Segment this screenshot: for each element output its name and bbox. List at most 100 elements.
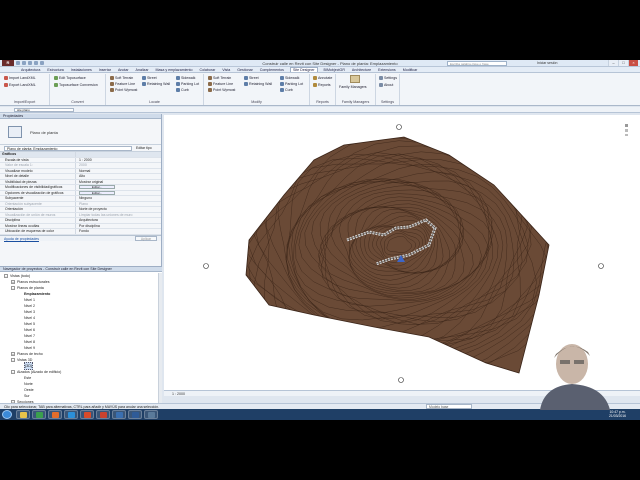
- property-value[interactable]: Norte de proyecto: [75, 207, 161, 212]
- tab-site-designer[interactable]: Site Designer: [289, 67, 318, 72]
- tab-bimobjectgr[interactable]: BIMobjectGR: [323, 68, 346, 72]
- modify-parking-lot-button[interactable]: Parking Lot: [280, 82, 303, 86]
- tab-analizar[interactable]: Analizar: [135, 68, 150, 72]
- properties-help-link[interactable]: Ayuda de propiedades: [4, 237, 39, 241]
- tab-anotar[interactable]: Anotar: [117, 68, 130, 72]
- modify-soft-terrain-button[interactable]: Soft Terrain: [208, 76, 231, 80]
- collapse-icon[interactable]: -: [4, 274, 8, 278]
- modify-sidewalk-button[interactable]: Sidewalk: [280, 76, 299, 80]
- reports-button[interactable]: Reports: [313, 83, 331, 87]
- edit-type-button[interactable]: Editar tipo: [136, 146, 152, 150]
- about-button[interactable]: About: [379, 83, 393, 87]
- property-value[interactable]: Alto: [75, 174, 161, 179]
- collapse-icon[interactable]: -: [11, 286, 15, 290]
- property-value[interactable]: Editar...: [75, 190, 161, 195]
- parking-lot-button[interactable]: Parking Lot: [176, 82, 199, 86]
- property-value[interactable]: 1 : 2000: [75, 157, 161, 162]
- tab-instalaciones[interactable]: Instalaciones: [70, 68, 93, 72]
- apply-button[interactable]: Aplicar: [135, 235, 157, 241]
- save-icon[interactable]: [22, 61, 26, 65]
- annotate-button[interactable]: Annotate: [313, 76, 332, 80]
- import-landxml-button[interactable]: Import LandXML: [4, 76, 36, 80]
- soft-terrain-button[interactable]: Soft Terrain: [110, 76, 133, 80]
- modify-feature-line-button[interactable]: Feature Line: [208, 82, 233, 86]
- view-scale[interactable]: 1 : 2000: [172, 392, 185, 396]
- edit-button[interactable]: Editar...: [79, 190, 115, 195]
- family-manager-icon[interactable]: [350, 75, 360, 83]
- start-button[interactable]: [2, 410, 12, 419]
- property-value[interactable]: Plano: [75, 201, 161, 206]
- tab-extensions[interactable]: Extensions: [377, 68, 397, 72]
- view-selector[interactable]: site plano: [14, 108, 74, 112]
- property-value[interactable]: Editar...: [75, 185, 161, 190]
- close-icon[interactable]: ×: [628, 60, 638, 66]
- modify-point-wpmost-button[interactable]: Point Wpmost: [208, 88, 235, 92]
- expand-icon[interactable]: +: [11, 280, 15, 284]
- tab-masa-y-emplazamiento[interactable]: Masa y emplazamiento: [155, 68, 194, 72]
- powerpoint-taskbar-button[interactable]: [96, 410, 110, 419]
- office-taskbar-button[interactable]: [80, 410, 94, 419]
- chrome-taskbar-button[interactable]: [32, 410, 46, 419]
- collapse-icon[interactable]: -: [11, 358, 15, 362]
- modify-curb-button[interactable]: Curb: [280, 88, 293, 92]
- revit2-taskbar-button[interactable]: [128, 410, 142, 419]
- media-taskbar-button[interactable]: [144, 410, 158, 419]
- tab-gestionar[interactable]: Gestionar: [236, 68, 254, 72]
- collapse-icon[interactable]: -: [11, 370, 15, 374]
- modify-street-button[interactable]: Street: [244, 76, 259, 80]
- property-value[interactable]: Limpiar todas las uniones de muro: [75, 212, 161, 217]
- tab-architecture[interactable]: Architecture: [351, 68, 372, 72]
- maximize-icon[interactable]: □: [618, 60, 628, 66]
- edit-button[interactable]: Editar...: [79, 185, 115, 189]
- family-managers-button[interactable]: Family Managers: [339, 85, 367, 89]
- elevation-marker-icon[interactable]: [598, 263, 604, 269]
- skype-taskbar-button[interactable]: [64, 410, 78, 419]
- redo-icon[interactable]: [34, 61, 38, 65]
- login-button[interactable]: Iniciar sesión: [537, 61, 557, 65]
- edit-toposurface-button[interactable]: Edit Toposurface: [54, 76, 86, 80]
- settings-button[interactable]: Settings: [379, 76, 397, 80]
- elevation-marker-icon[interactable]: [203, 263, 209, 269]
- tab-colaborar[interactable]: Colaborar: [198, 68, 216, 72]
- modify-retaining-wall-button[interactable]: Retaining Wall: [244, 82, 272, 86]
- instance-select[interactable]: Plano de planta: Emplazamiento: [4, 146, 132, 151]
- firefox-taskbar-button[interactable]: [48, 410, 62, 419]
- revit-taskbar-button[interactable]: [112, 410, 126, 419]
- revit-logo[interactable]: R: [2, 60, 14, 66]
- open-icon[interactable]: [16, 61, 20, 65]
- browser-scrollbar[interactable]: [158, 273, 162, 403]
- tab-complementos[interactable]: Complementos: [259, 68, 285, 72]
- elevation-marker-icon[interactable]: [396, 124, 402, 130]
- property-value[interactable]: Ninguno: [75, 196, 161, 201]
- toposurface-conversion-button[interactable]: Toposurface Conversion: [54, 83, 98, 87]
- explorer-taskbar-button[interactable]: [16, 410, 30, 419]
- type-selector[interactable]: Plano de planta: [0, 119, 161, 145]
- terrain-toposurface[interactable]: [245, 136, 550, 374]
- minimize-icon[interactable]: –: [608, 60, 618, 66]
- tab-modificar[interactable]: Modificar: [402, 68, 419, 72]
- feature-line-button[interactable]: Feature Line: [110, 82, 135, 86]
- tab-estructura[interactable]: Estructura: [46, 68, 64, 72]
- search-input[interactable]: Escriba palabra clave o frase: [447, 61, 507, 66]
- export-landxml-button[interactable]: Export LandXML: [4, 83, 36, 87]
- property-value[interactable]: Por disciplina: [75, 223, 161, 228]
- property-value[interactable]: 2000: [75, 163, 161, 168]
- elevation-marker-icon[interactable]: [398, 377, 404, 383]
- navigation-wheel-icon[interactable]: [622, 123, 636, 137]
- tab-insertar[interactable]: Insertar: [98, 68, 112, 72]
- print-icon[interactable]: [40, 61, 44, 65]
- clock[interactable]: 10:47 p.m. 21/03/2016: [609, 410, 626, 418]
- street-button[interactable]: Street: [142, 76, 157, 80]
- property-value[interactable]: Normal: [75, 168, 161, 173]
- expand-icon[interactable]: +: [11, 352, 15, 356]
- retaining-wall-button[interactable]: Retaining Wall: [142, 82, 170, 86]
- property-value[interactable]: Fondo: [75, 229, 161, 234]
- tab-arquitectura[interactable]: Arquitectura: [20, 68, 41, 72]
- property-value[interactable]: Mostrar original: [75, 179, 161, 184]
- undo-icon[interactable]: [28, 61, 32, 65]
- property-value[interactable]: Arquitectura: [75, 218, 161, 223]
- point-wpmost-button[interactable]: Point Wpmost: [110, 88, 137, 92]
- tab-vista[interactable]: Vista: [221, 68, 231, 72]
- sidewalk-button[interactable]: Sidewalk: [176, 76, 195, 80]
- curb-button[interactable]: Curb: [176, 88, 189, 92]
